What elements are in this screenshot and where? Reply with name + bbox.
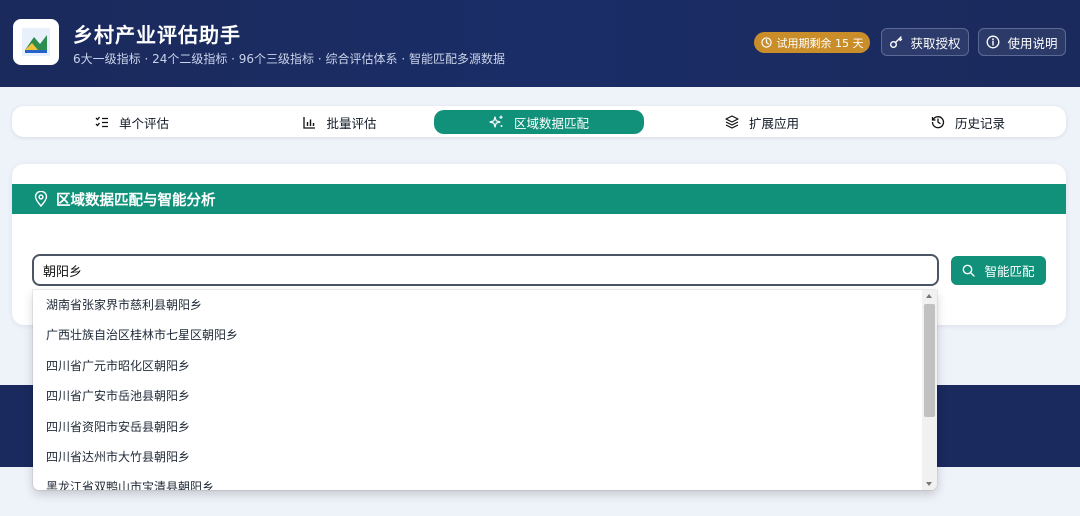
- key-icon: [890, 36, 903, 48]
- tab-label: 批量评估: [326, 115, 377, 131]
- suggestion-item[interactable]: 四川省广元市昭化区朝阳乡: [33, 351, 922, 381]
- tab-label: 扩展应用: [748, 115, 799, 131]
- suggestion-item[interactable]: 四川省资阳市安岳县朝阳乡: [33, 412, 922, 442]
- tab-label: 区域数据匹配: [513, 115, 589, 131]
- app-title: 乡村产业评估助手: [73, 23, 241, 47]
- trial-badge-text: 试用期剩余 15 天: [776, 36, 864, 50]
- suggestion-item[interactable]: 四川省达州市大竹县朝阳乡: [33, 442, 922, 472]
- search-icon: [963, 264, 976, 277]
- app-subtitle: 6大一级指标 · 24个二级指标 · 96个三级指标 · 综合评估体系 · 智能…: [73, 52, 505, 66]
- get-license-button[interactable]: 获取授权: [881, 28, 969, 56]
- dropdown-scrollbar[interactable]: [922, 290, 937, 490]
- scrollbar-thumb[interactable]: [924, 304, 935, 417]
- location-pin-icon: [34, 191, 48, 207]
- autocomplete-dropdown: 湖南省张家界市慈利县朝阳乡 广西壮族自治区桂林市七星区朝阳乡 四川省广元市昭化区…: [33, 290, 937, 490]
- clock-icon: [760, 37, 772, 48]
- tab-history[interactable]: 历史记录: [863, 110, 1073, 134]
- history-icon: [931, 116, 945, 129]
- app-header: 乡村产业评估助手 6大一级指标 · 24个二级指标 · 96个三级指标 · 综合…: [0, 0, 1080, 87]
- main-tab-bar: 单个评估 批量评估 区域数据匹配 扩展应用 历史记录: [12, 106, 1066, 137]
- logo-icon: [22, 28, 50, 56]
- suggestion-item[interactable]: 广西壮族自治区桂林市七星区朝阳乡: [33, 320, 922, 350]
- tab-label: 单个评估: [118, 115, 169, 131]
- get-license-label: 获取授权: [910, 35, 961, 51]
- tab-region-matching[interactable]: 区域数据匹配: [434, 110, 644, 134]
- tab-extended-apps[interactable]: 扩展应用: [657, 110, 867, 134]
- bar-chart-icon: [303, 116, 316, 129]
- suggestion-item[interactable]: 黑龙江省双鸭山市宝清县朝阳乡: [33, 472, 922, 490]
- card-header: 区域数据匹配与智能分析: [12, 184, 1066, 214]
- suggestion-list: 湖南省张家界市慈利县朝阳乡 广西壮族自治区桂林市七星区朝阳乡 四川省广元市昭化区…: [33, 290, 922, 490]
- app-logo: [13, 19, 59, 65]
- layers-icon: [725, 115, 739, 129]
- smart-match-button[interactable]: 智能匹配: [951, 256, 1046, 285]
- tab-label: 历史记录: [954, 115, 1005, 131]
- smart-match-label: 智能匹配: [984, 264, 1035, 279]
- region-search-input[interactable]: [32, 254, 939, 286]
- sparkle-icon: [489, 115, 503, 128]
- checklist-icon: [95, 116, 108, 127]
- suggestion-item[interactable]: 湖南省张家界市慈利县朝阳乡: [33, 290, 922, 320]
- tab-single-assessment[interactable]: 单个评估: [27, 110, 237, 134]
- scroll-down-arrow-icon[interactable]: [926, 482, 932, 486]
- tab-batch-assessment[interactable]: 批量评估: [235, 110, 445, 134]
- help-button[interactable]: 使用说明: [978, 28, 1066, 56]
- trial-badge: 试用期剩余 15 天: [754, 32, 870, 53]
- suggestion-item[interactable]: 四川省广安市岳池县朝阳乡: [33, 381, 922, 411]
- info-icon: [987, 35, 1000, 49]
- card-title: 区域数据匹配与智能分析: [56, 192, 216, 209]
- scroll-up-arrow-icon[interactable]: [926, 294, 932, 298]
- help-label: 使用说明: [1007, 35, 1058, 51]
